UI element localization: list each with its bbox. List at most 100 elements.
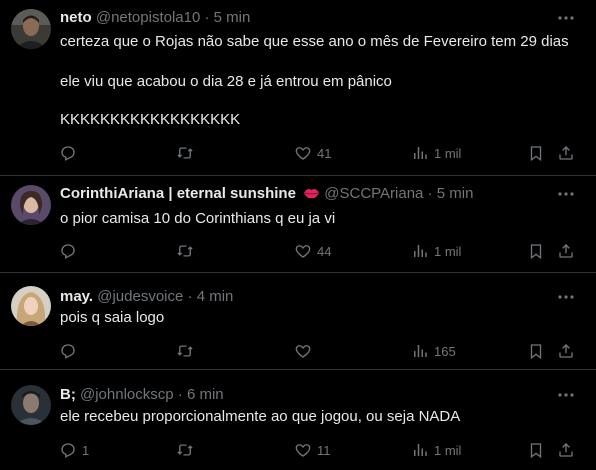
bookmark-icon xyxy=(530,443,542,459)
more-options-icon[interactable] xyxy=(556,10,576,26)
display-name[interactable]: may. xyxy=(60,288,93,305)
retweet-button[interactable] xyxy=(176,142,194,164)
user-handle[interactable]: @SCCPAriana xyxy=(324,185,423,202)
tweet-actions: 41 1 mil xyxy=(0,142,596,164)
tweet-header: CorinthiAriana | eternal sunshine @SCCPA… xyxy=(60,185,546,203)
reply-button[interactable] xyxy=(59,340,77,362)
retweet-icon xyxy=(177,245,193,257)
tweet-actions: 44 1 mil xyxy=(0,240,596,262)
bookmark-button[interactable] xyxy=(527,439,545,461)
tweet-header: neto @netopistola10 · 5 min xyxy=(60,9,546,27)
share-button[interactable] xyxy=(557,240,575,262)
avatar[interactable] xyxy=(11,9,51,49)
tweet-text-line: ele viu que acabou o dia 28 e já entrou … xyxy=(60,73,392,90)
view-count: 1 mil xyxy=(434,243,462,259)
view-count: 1 mil xyxy=(434,145,462,161)
analytics-icon xyxy=(414,147,427,159)
share-button[interactable] xyxy=(557,439,575,461)
separator-dot: · xyxy=(427,185,433,202)
like-count: 11 xyxy=(317,442,331,458)
retweet-button[interactable] xyxy=(176,340,194,362)
display-name[interactable]: neto xyxy=(60,9,92,26)
bookmark-button[interactable] xyxy=(527,142,545,164)
reply-icon xyxy=(61,443,75,458)
share-button[interactable] xyxy=(557,142,575,164)
retweet-icon xyxy=(177,147,193,159)
timestamp[interactable]: 5 min xyxy=(437,185,474,202)
user-handle[interactable]: @johnlockscp xyxy=(80,386,174,403)
share-icon xyxy=(559,146,573,160)
view-count: 165 xyxy=(434,343,456,359)
views-button[interactable]: 1 mil xyxy=(411,439,461,461)
more-options-icon[interactable] xyxy=(556,186,576,202)
reply-count: 1 xyxy=(82,442,90,458)
reply-icon xyxy=(61,244,75,259)
user-handle[interactable]: @judesvoice xyxy=(97,288,183,305)
share-icon xyxy=(559,344,573,358)
reply-icon xyxy=(61,344,75,359)
share-button[interactable] xyxy=(557,340,575,362)
view-count: 1 mil xyxy=(434,442,462,458)
retweet-icon xyxy=(177,345,193,357)
tweet-feed: neto @netopistola10 · 5 min certeza que … xyxy=(0,0,596,470)
tweet-text-line: ele recebeu proporcionalmente ao que jog… xyxy=(60,408,461,425)
reply-icon xyxy=(61,146,75,161)
views-button[interactable]: 1 mil xyxy=(411,240,461,262)
retweet-icon xyxy=(177,444,193,456)
avatar[interactable] xyxy=(11,286,51,326)
more-options-icon[interactable] xyxy=(556,387,576,403)
separator-dot: · xyxy=(204,9,210,26)
timestamp[interactable]: 6 min xyxy=(187,386,224,403)
separator-dot: · xyxy=(187,288,193,305)
heart-icon xyxy=(295,444,311,457)
like-button[interactable]: 44 xyxy=(294,240,331,262)
analytics-icon xyxy=(414,245,427,257)
tweet[interactable]: CorinthiAriana | eternal sunshine @SCCPA… xyxy=(0,176,596,273)
views-button[interactable]: 1 mil xyxy=(411,142,461,164)
tweet-text-line: KKKKKKKKKKKKKKKKKK xyxy=(60,111,241,128)
reply-button[interactable] xyxy=(59,142,77,164)
share-icon xyxy=(559,443,573,457)
share-icon xyxy=(559,244,573,258)
tweet-actions: 1 11 1 mil xyxy=(0,439,596,461)
heart-icon xyxy=(295,245,311,258)
tweet[interactable]: may. @judesvoice · 4 min pois q saia log… xyxy=(0,273,596,370)
tweet-header: B; @johnlockscp · 6 min xyxy=(60,386,546,404)
lips-emoji-icon xyxy=(304,189,320,199)
timestamp[interactable]: 4 min xyxy=(197,288,234,305)
tweet[interactable]: B; @johnlockscp · 6 min ele recebeu prop… xyxy=(0,370,596,470)
like-count: 41 xyxy=(317,145,332,161)
bookmark-button[interactable] xyxy=(527,340,545,362)
retweet-button[interactable] xyxy=(176,439,194,461)
tweet-text-line: o pior camisa 10 do Corinthians q eu ja … xyxy=(60,210,336,227)
views-button[interactable]: 165 xyxy=(411,340,456,362)
like-count: 44 xyxy=(317,243,332,259)
bookmark-icon xyxy=(530,244,542,260)
bookmark-icon xyxy=(530,146,542,162)
display-name[interactable]: CorinthiAriana | eternal sunshine xyxy=(60,185,296,202)
avatar[interactable] xyxy=(11,185,51,225)
user-handle[interactable]: @netopistola10 xyxy=(96,9,200,26)
separator-dot: · xyxy=(177,386,183,403)
reply-button[interactable]: 1 xyxy=(59,439,89,461)
analytics-icon xyxy=(414,345,427,357)
tweet-header: may. @judesvoice · 4 min xyxy=(60,288,546,306)
heart-icon xyxy=(295,345,311,358)
heart-icon xyxy=(295,147,311,160)
timestamp[interactable]: 5 min xyxy=(214,9,251,26)
tweet-actions: 165 xyxy=(0,340,596,362)
tweet[interactable]: neto @netopistola10 · 5 min certeza que … xyxy=(0,0,596,176)
like-button[interactable] xyxy=(294,340,312,362)
analytics-icon xyxy=(414,444,427,456)
tweet-text-line: pois q saia logo xyxy=(60,309,165,326)
tweet-text-line: certeza que o Rojas não sabe que esse an… xyxy=(60,33,569,50)
display-name[interactable]: B; xyxy=(60,386,76,403)
reply-button[interactable] xyxy=(59,240,77,262)
like-button[interactable]: 11 xyxy=(294,439,331,461)
like-button[interactable]: 41 xyxy=(294,142,331,164)
bookmark-icon xyxy=(530,344,542,360)
avatar[interactable] xyxy=(11,385,51,425)
retweet-button[interactable] xyxy=(176,240,194,262)
bookmark-button[interactable] xyxy=(527,240,545,262)
more-options-icon[interactable] xyxy=(556,289,576,305)
